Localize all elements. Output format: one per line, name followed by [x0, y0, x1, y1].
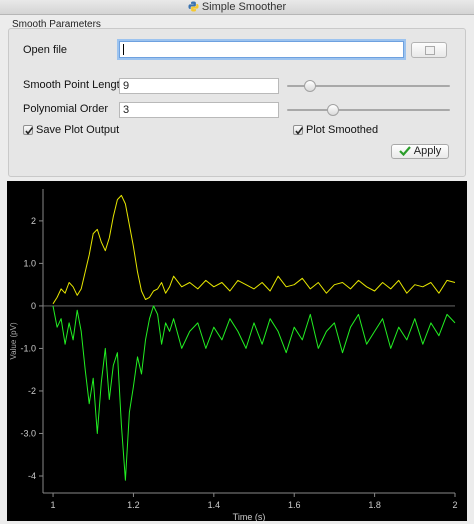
y-axis-label: Value (pV): [9, 322, 18, 360]
x-tick-label: 1.4: [208, 500, 221, 510]
browse-file-button[interactable]: [411, 42, 447, 58]
folder-icon: [425, 46, 435, 55]
signal-plot: 2 1.0 0 -1.0 -2 -3.0 -4 1 1.2 1.4 1.6 1.8 2 Time (s) V…: [9, 189, 458, 521]
x-tick-label: 1.8: [368, 500, 381, 510]
y-tick-label: -1.0: [20, 343, 36, 353]
x-tick-label: 1.2: [127, 500, 140, 510]
y-tick-label: 1.0: [23, 258, 36, 268]
python-app-icon: [188, 1, 199, 12]
y-tick-label: 0: [31, 301, 36, 311]
checkmark-icon: [398, 146, 411, 157]
y-tick-label: -3.0: [20, 428, 36, 438]
x-tick-label: 1.6: [288, 500, 301, 510]
window-title-text: Simple Smoother: [201, 1, 287, 13]
group-title: Smooth Parameters: [12, 19, 101, 30]
apply-button-label: Apply: [413, 145, 442, 157]
window-title: Simple Smoother: [0, 0, 474, 14]
raw-series-line: [52, 305, 456, 481]
polynomial-order-label: Polynomial Order: [23, 103, 108, 115]
polynomial-order-slider-handle[interactable]: [326, 104, 339, 116]
y-tick-label: -2: [28, 386, 36, 396]
x-axis-label: Time (s): [233, 512, 266, 521]
checkmark-icon: [295, 127, 304, 135]
smooth-point-length-input[interactable]: 9: [119, 78, 279, 94]
file-path-input[interactable]: [119, 41, 404, 58]
text-caret: [123, 44, 124, 55]
polynomial-order-input[interactable]: 3: [119, 102, 279, 118]
window-title-bar[interactable]: Simple Smoother: [0, 0, 474, 15]
apply-button[interactable]: Apply: [391, 144, 449, 159]
save-plot-output-checkbox[interactable]: [23, 125, 34, 135]
x-tick-label: 1: [51, 500, 56, 510]
plot-area[interactable]: 2 1.0 0 -1.0 -2 -3.0 -4 1 1.2 1.4 1.6 1.8 2 Time (s) V…: [7, 181, 467, 521]
plot-smoothed-checkbox[interactable]: [293, 125, 304, 135]
save-plot-output-label: Save Plot Output: [36, 124, 120, 136]
plot-smoothed-label: Plot Smoothed: [306, 124, 379, 136]
checkmark-icon: [25, 127, 34, 135]
open-file-label: Open file: [23, 44, 68, 56]
y-tick-label: -4: [28, 471, 36, 481]
smoothed-series-line: [52, 194, 456, 305]
y-tick-label: 2: [31, 216, 36, 226]
splitter-handle[interactable]: [233, 176, 241, 185]
polynomial-order-slider[interactable]: [287, 109, 450, 111]
smooth-point-length-label: Smooth Point Length: [23, 79, 126, 91]
x-tick-label: 2: [452, 500, 457, 510]
smooth-point-length-slider-handle[interactable]: [303, 80, 316, 92]
